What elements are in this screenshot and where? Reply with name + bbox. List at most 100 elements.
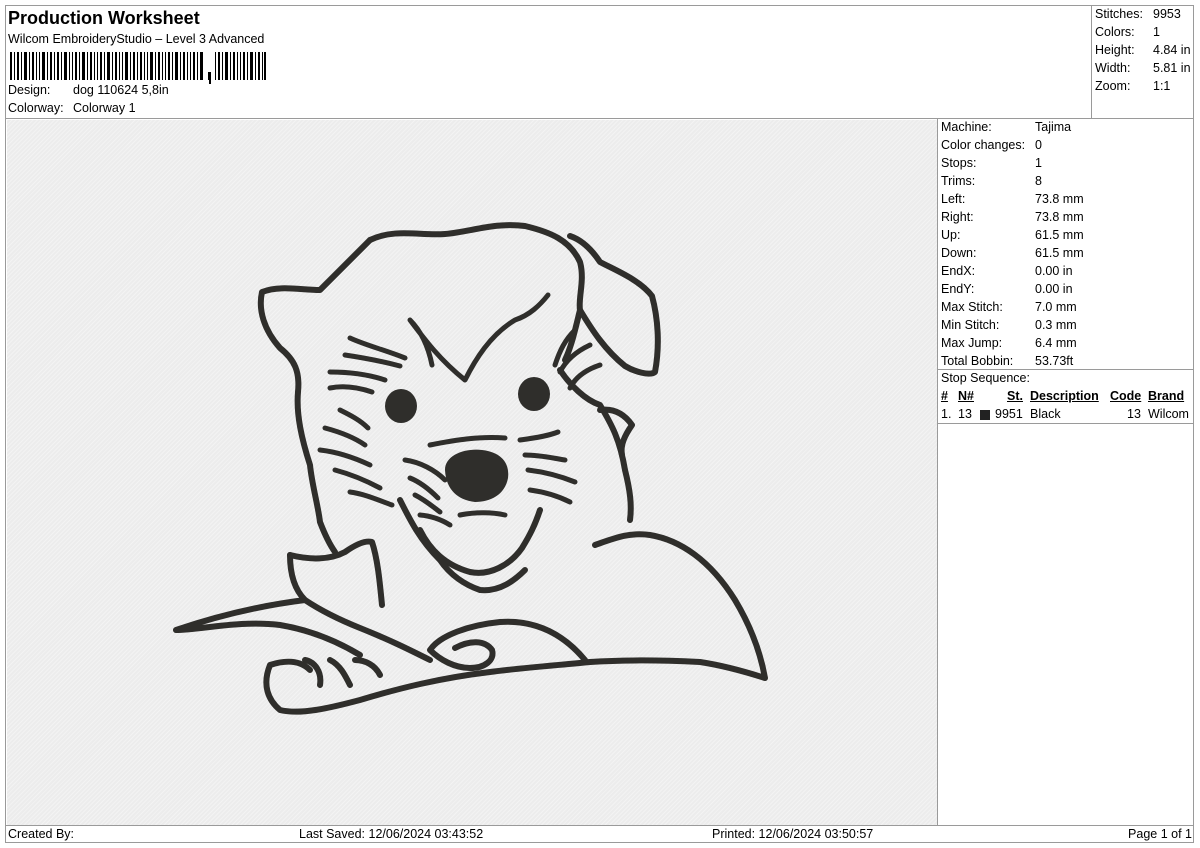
colors-label: Colors: (1095, 25, 1135, 39)
design-preview (7, 120, 937, 825)
colors-value: 1 (1153, 25, 1160, 39)
stop-sequence-title: Stop Sequence: (941, 371, 1030, 385)
brow-shape (407, 292, 551, 383)
row-stitches: 9951 (995, 407, 1023, 421)
zoom-value: 1:1 (1153, 79, 1171, 93)
detail-label: Stops: (941, 156, 977, 170)
page-title: Production Worksheet (8, 8, 200, 28)
detail-value: 8 (1035, 174, 1042, 188)
width-row: Width: 5.81 in (1095, 59, 1195, 77)
detail-row: Total Bobbin: 53.73ft (941, 352, 1195, 370)
detail-row: Stops: 1 (941, 154, 1195, 172)
detail-row: Left: 73.8 mm (941, 190, 1195, 208)
detail-value: 61.5 mm (1035, 228, 1084, 242)
machine-details: Machine: Tajima Color changes: 0 Stops: 1 Trim… (941, 118, 1195, 370)
inner-paw-curl (427, 618, 588, 671)
width-value: 5.81 in (1153, 61, 1191, 75)
detail-row: EndY: 0.00 in (941, 280, 1195, 298)
detail-value: 0 (1035, 138, 1042, 152)
left-brow-tufts (327, 335, 408, 395)
arm-line (302, 597, 433, 663)
height-value: 4.84 in (1153, 43, 1191, 57)
right-muzzle-fur (517, 429, 578, 505)
detail-row: Up: 61.5 mm (941, 226, 1195, 244)
right-body-outline (587, 531, 768, 681)
detail-label: EndX: (941, 264, 976, 278)
width-label: Width: (1095, 61, 1131, 75)
row-needle: 13 (958, 407, 972, 421)
header-divider (1091, 5, 1092, 119)
detail-row: EndX: 0.00 in (941, 262, 1195, 280)
mouth-line (457, 510, 508, 518)
thread-color-swatch (980, 410, 990, 420)
detail-value: 73.8 mm (1035, 192, 1084, 206)
zoom-label: Zoom: (1095, 79, 1131, 93)
worksheet-header: Production Worksheet Wilcom EmbroiderySt… (8, 6, 1088, 118)
detail-value: Tajima (1035, 120, 1072, 134)
detail-value: 61.5 mm (1035, 246, 1084, 260)
detail-value: 0.00 in (1035, 282, 1073, 296)
detail-label: Max Jump: (941, 336, 1003, 350)
detail-label: Up: (941, 228, 961, 242)
barcode-image (10, 52, 266, 84)
detail-value: 73.8 mm (1035, 210, 1084, 224)
left-eye (385, 389, 417, 423)
detail-label: Max Stitch: (941, 300, 1003, 314)
detail-label: Total Bobbin: (941, 354, 1014, 368)
row-code: 13 (1127, 407, 1141, 421)
nose-bridge (427, 435, 508, 448)
detail-value: 0.3 mm (1035, 318, 1077, 332)
paw-toes (302, 657, 383, 688)
detail-label: Down: (941, 246, 977, 260)
left-ear-outline (257, 237, 373, 555)
colorway-label: Colorway: (8, 101, 64, 115)
height-row: Height: 4.84 in (1095, 41, 1195, 59)
last-saved: Last Saved: 12/06/2024 03:43:52 (299, 827, 484, 841)
left-muzzle-fur (402, 457, 453, 528)
col-code-header: Code (1110, 389, 1142, 403)
colors-row: Colors: 1 (1095, 23, 1195, 41)
right-brow-tufts (552, 327, 603, 391)
detail-label: Color changes: (941, 138, 1026, 152)
stitches-value: 9953 (1153, 7, 1181, 21)
printed-date: Printed: 12/06/2024 03:50:57 (712, 827, 874, 841)
stitches-label: Stitches: (1095, 7, 1143, 21)
detail-value: 1 (1035, 156, 1042, 170)
dog-embroidery-image (173, 222, 768, 715)
height-label: Height: (1095, 43, 1135, 57)
detail-row: Machine: Tajima (941, 118, 1195, 136)
right-eye (518, 377, 550, 411)
design-value: dog 110624 5,8in (73, 83, 169, 97)
row-brand: Wilcom (1148, 407, 1189, 421)
panel-divider (937, 118, 938, 826)
col-brand-header: Brand (1148, 389, 1185, 403)
detail-label: Min Stitch: (941, 318, 1000, 332)
detail-label: Right: (941, 210, 974, 224)
detail-value: 53.73ft (1035, 354, 1074, 368)
design-label: Design: (8, 83, 51, 97)
detail-value: 6.4 mm (1035, 336, 1077, 350)
detail-value: 0.00 in (1035, 264, 1073, 278)
row-description: Black (1030, 407, 1061, 421)
zoom-row: Zoom: 1:1 (1095, 77, 1195, 95)
row-index: 1. (941, 407, 952, 421)
detail-label: EndY: (941, 282, 975, 296)
col-index-header: # (941, 389, 948, 403)
detail-row: Min Stitch: 0.3 mm (941, 316, 1195, 334)
colorway-value: Colorway 1 (73, 101, 136, 115)
detail-label: Machine: (941, 120, 992, 134)
detail-row: Down: 61.5 mm (941, 244, 1195, 262)
stitches-row: Stitches: 9953 (1095, 5, 1195, 23)
stop-table-bottom-line (937, 423, 1194, 424)
detail-label: Left: (941, 192, 966, 206)
col-needle-header: N# (958, 389, 974, 403)
detail-label: Trims: (941, 174, 976, 188)
nose (445, 449, 509, 502)
detail-value: 7.0 mm (1035, 300, 1077, 314)
colorway-row: Colorway: Colorway 1 (8, 101, 136, 115)
worksheet-footer: Created By: Last Saved: 12/06/2024 03:43… (7, 826, 1194, 842)
page-number: Page 1 of 1 (1128, 827, 1192, 841)
col-description-header: Description (1030, 389, 1099, 403)
detail-row: Max Jump: 6.4 mm (941, 334, 1195, 352)
detail-row: Color changes: 0 (941, 136, 1195, 154)
